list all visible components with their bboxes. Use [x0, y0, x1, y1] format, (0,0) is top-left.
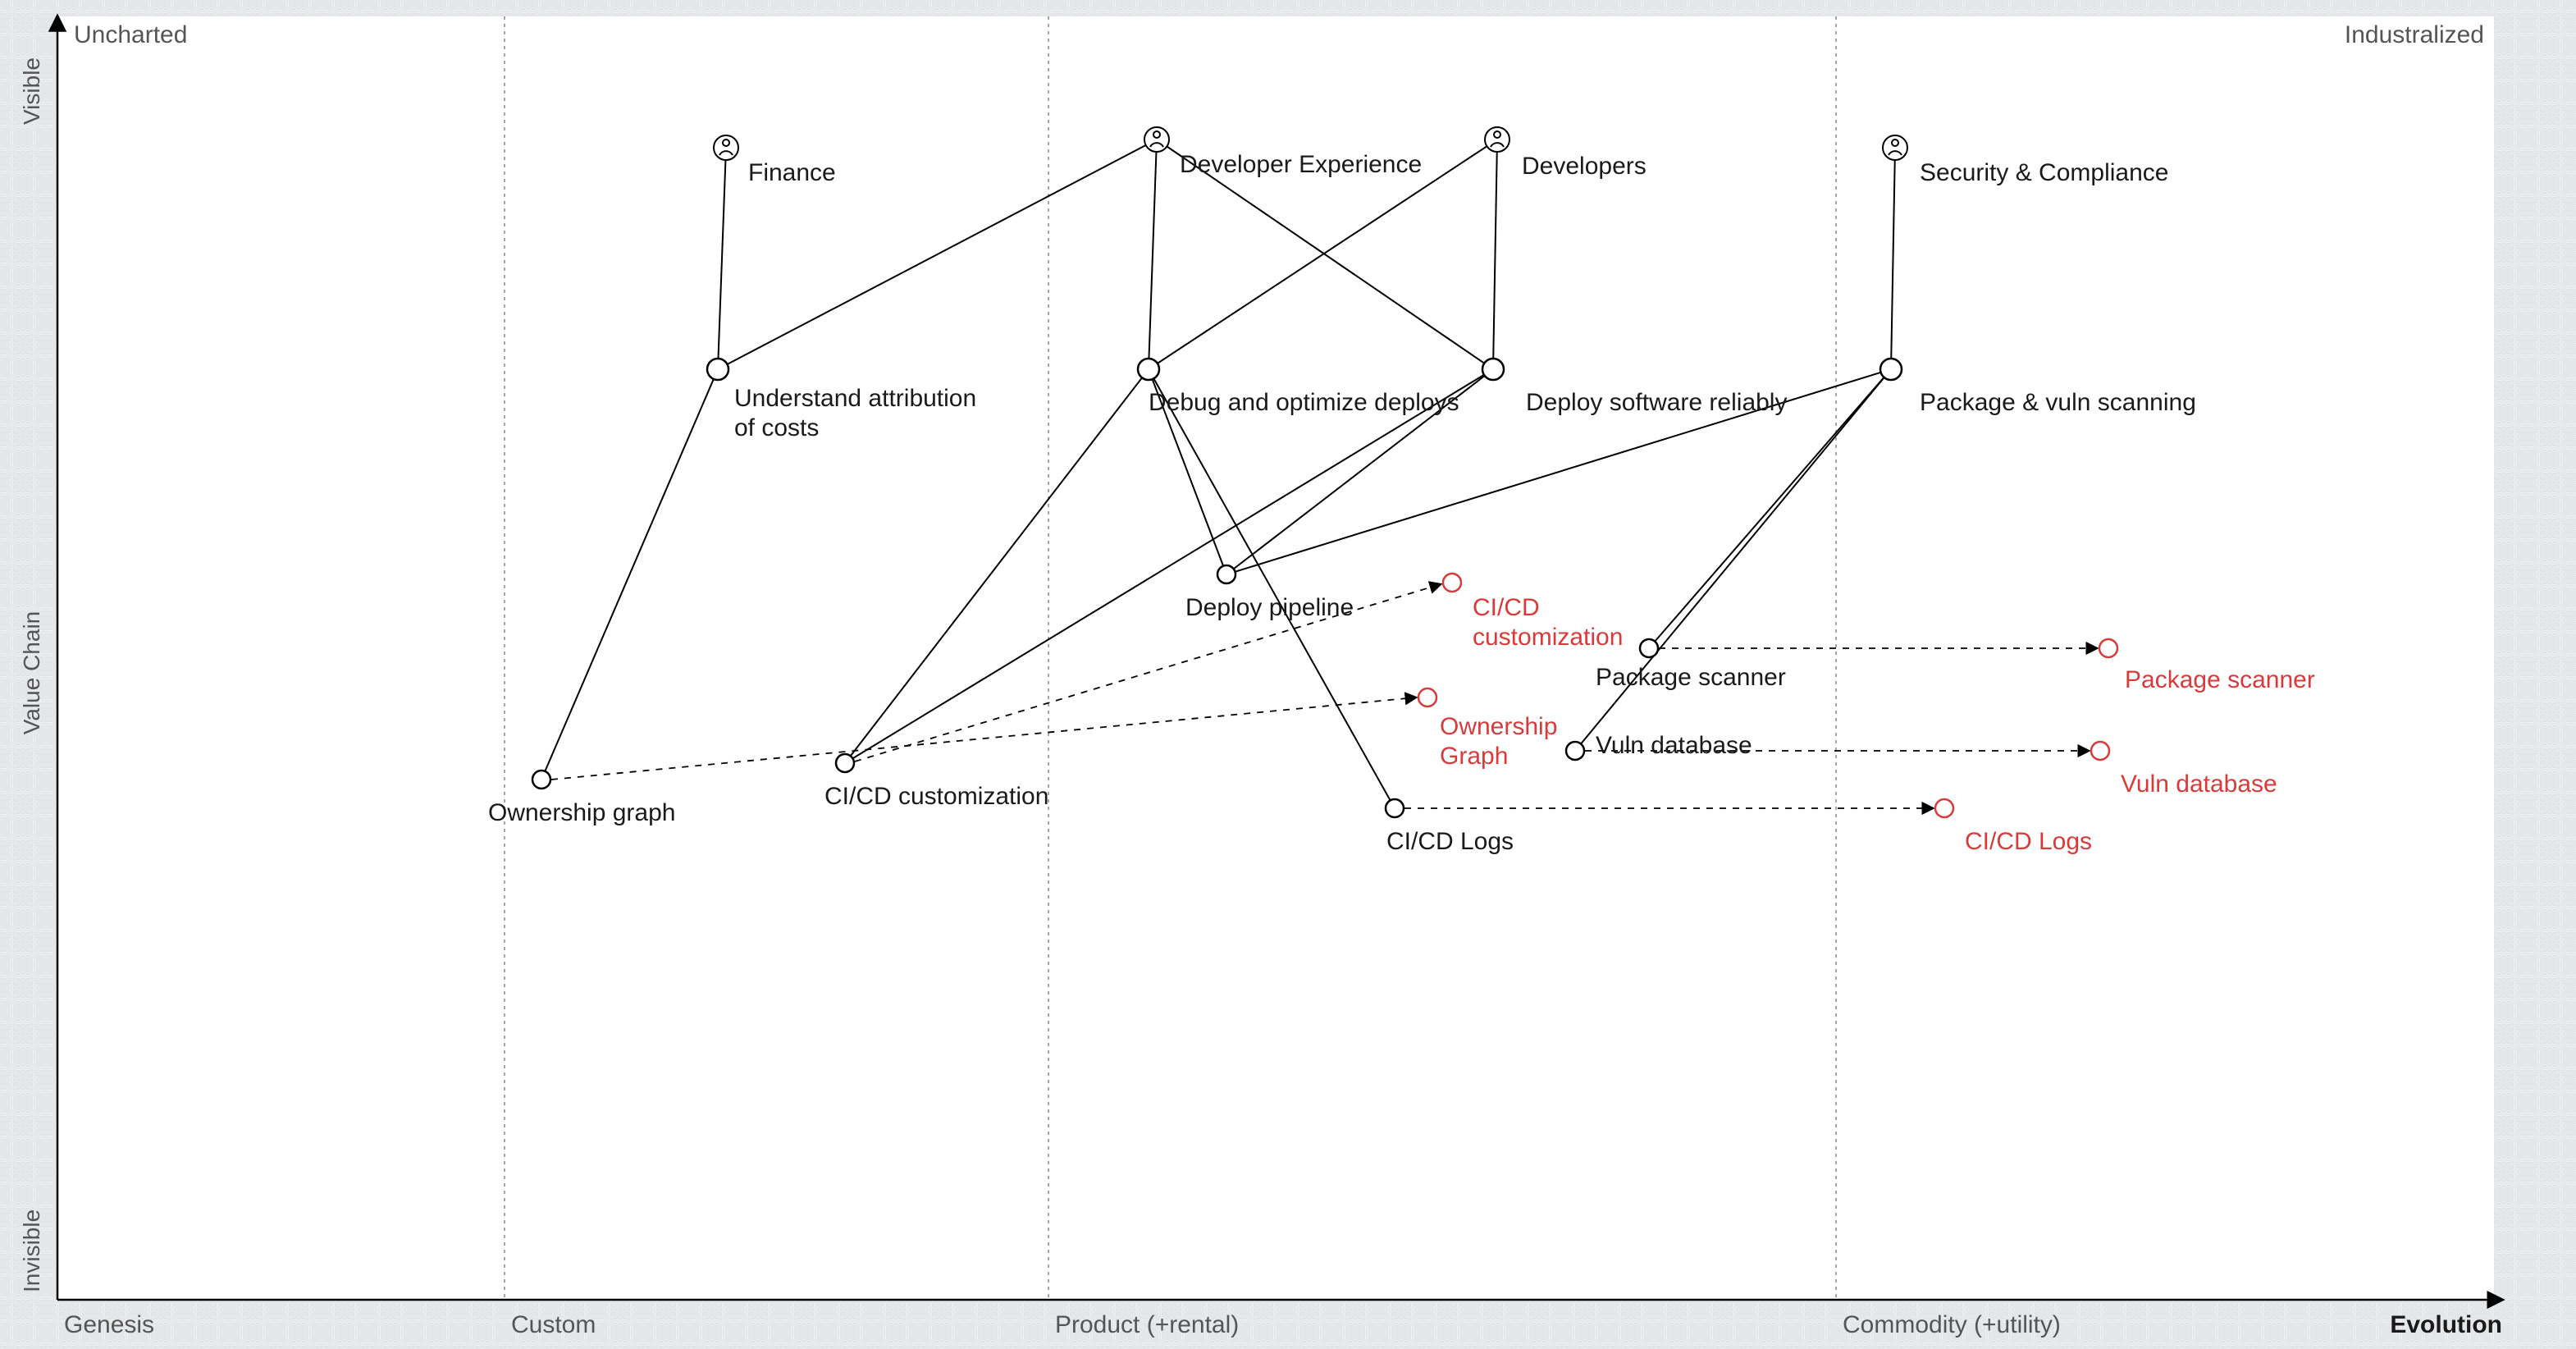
node-evolved-owngraph[interactable] [1418, 688, 1436, 707]
node-debug[interactable] [1138, 359, 1159, 380]
node-vulndb[interactable] [1566, 742, 1584, 760]
stage-product: Product (+rental) [1055, 1311, 1239, 1338]
node-deploy[interactable] [1482, 359, 1504, 380]
node-evolved-cicust[interactable] [1443, 574, 1461, 592]
node-vulndb-label: Vuln database [1596, 732, 1752, 759]
node-cicust-label: CI/CD customization [824, 783, 1048, 810]
node-evolved-cilogs-label: CI/CD Logs [1965, 828, 2092, 855]
anchor-finance[interactable] [714, 135, 738, 160]
node-owngraph-label: Ownership graph [488, 799, 675, 826]
y-label-visible: Visible [19, 57, 44, 125]
anchor-finance-label: Finance [748, 159, 836, 186]
node-owngraph[interactable] [532, 771, 550, 789]
node-debug-label: Debug and optimize deploys [1149, 389, 1459, 416]
node-pipe[interactable] [1217, 565, 1235, 583]
stage-custom: Custom [511, 1311, 596, 1338]
node-pkgscan[interactable] [1640, 639, 1658, 657]
node-evolved-cilogs[interactable] [1935, 799, 1953, 817]
node-pkgvuln-label: Package & vuln scanning [1920, 389, 2196, 416]
y-axis-title: Value Chain [19, 611, 44, 734]
node-cicust[interactable] [836, 754, 854, 772]
node-cilogs-label: CI/CD Logs [1386, 828, 1514, 855]
x-axis-title: Evolution [2390, 1311, 2502, 1338]
stage-genesis: Genesis [64, 1311, 154, 1338]
node-cilogs[interactable] [1386, 799, 1404, 817]
stage-commodity: Commodity (+utility) [1843, 1311, 2061, 1338]
node-evolved-vulndb[interactable] [2091, 742, 2109, 760]
anchor-devexp[interactable] [1144, 127, 1169, 152]
y-label-invisible: Invisible [19, 1210, 44, 1292]
node-deploy-label: Deploy software reliably [1526, 389, 1787, 416]
anchor-sec-label: Security & Compliance [1920, 159, 2168, 186]
node-pipe-label: Deploy pipeline [1185, 594, 1354, 621]
anchor-devs-label: Developers [1522, 153, 1647, 180]
anchor-devs[interactable] [1485, 127, 1510, 152]
corner-uncharted: Uncharted [74, 21, 187, 48]
node-pkgscan-label: Package scanner [1596, 664, 1786, 691]
node-attr[interactable] [707, 359, 728, 380]
node-evolved-pkgscan-label: Package scanner [2125, 666, 2315, 693]
node-evolved-vulndb-label: Vuln database [2121, 771, 2277, 798]
plot-area [57, 16, 2494, 1300]
anchor-devexp-label: Developer Experience [1180, 151, 1422, 178]
anchor-sec[interactable] [1883, 135, 1907, 160]
node-evolved-pkgscan[interactable] [2099, 639, 2117, 657]
node-pkgvuln[interactable] [1880, 359, 1902, 380]
corner-industrialized: Industralized [2345, 21, 2484, 48]
